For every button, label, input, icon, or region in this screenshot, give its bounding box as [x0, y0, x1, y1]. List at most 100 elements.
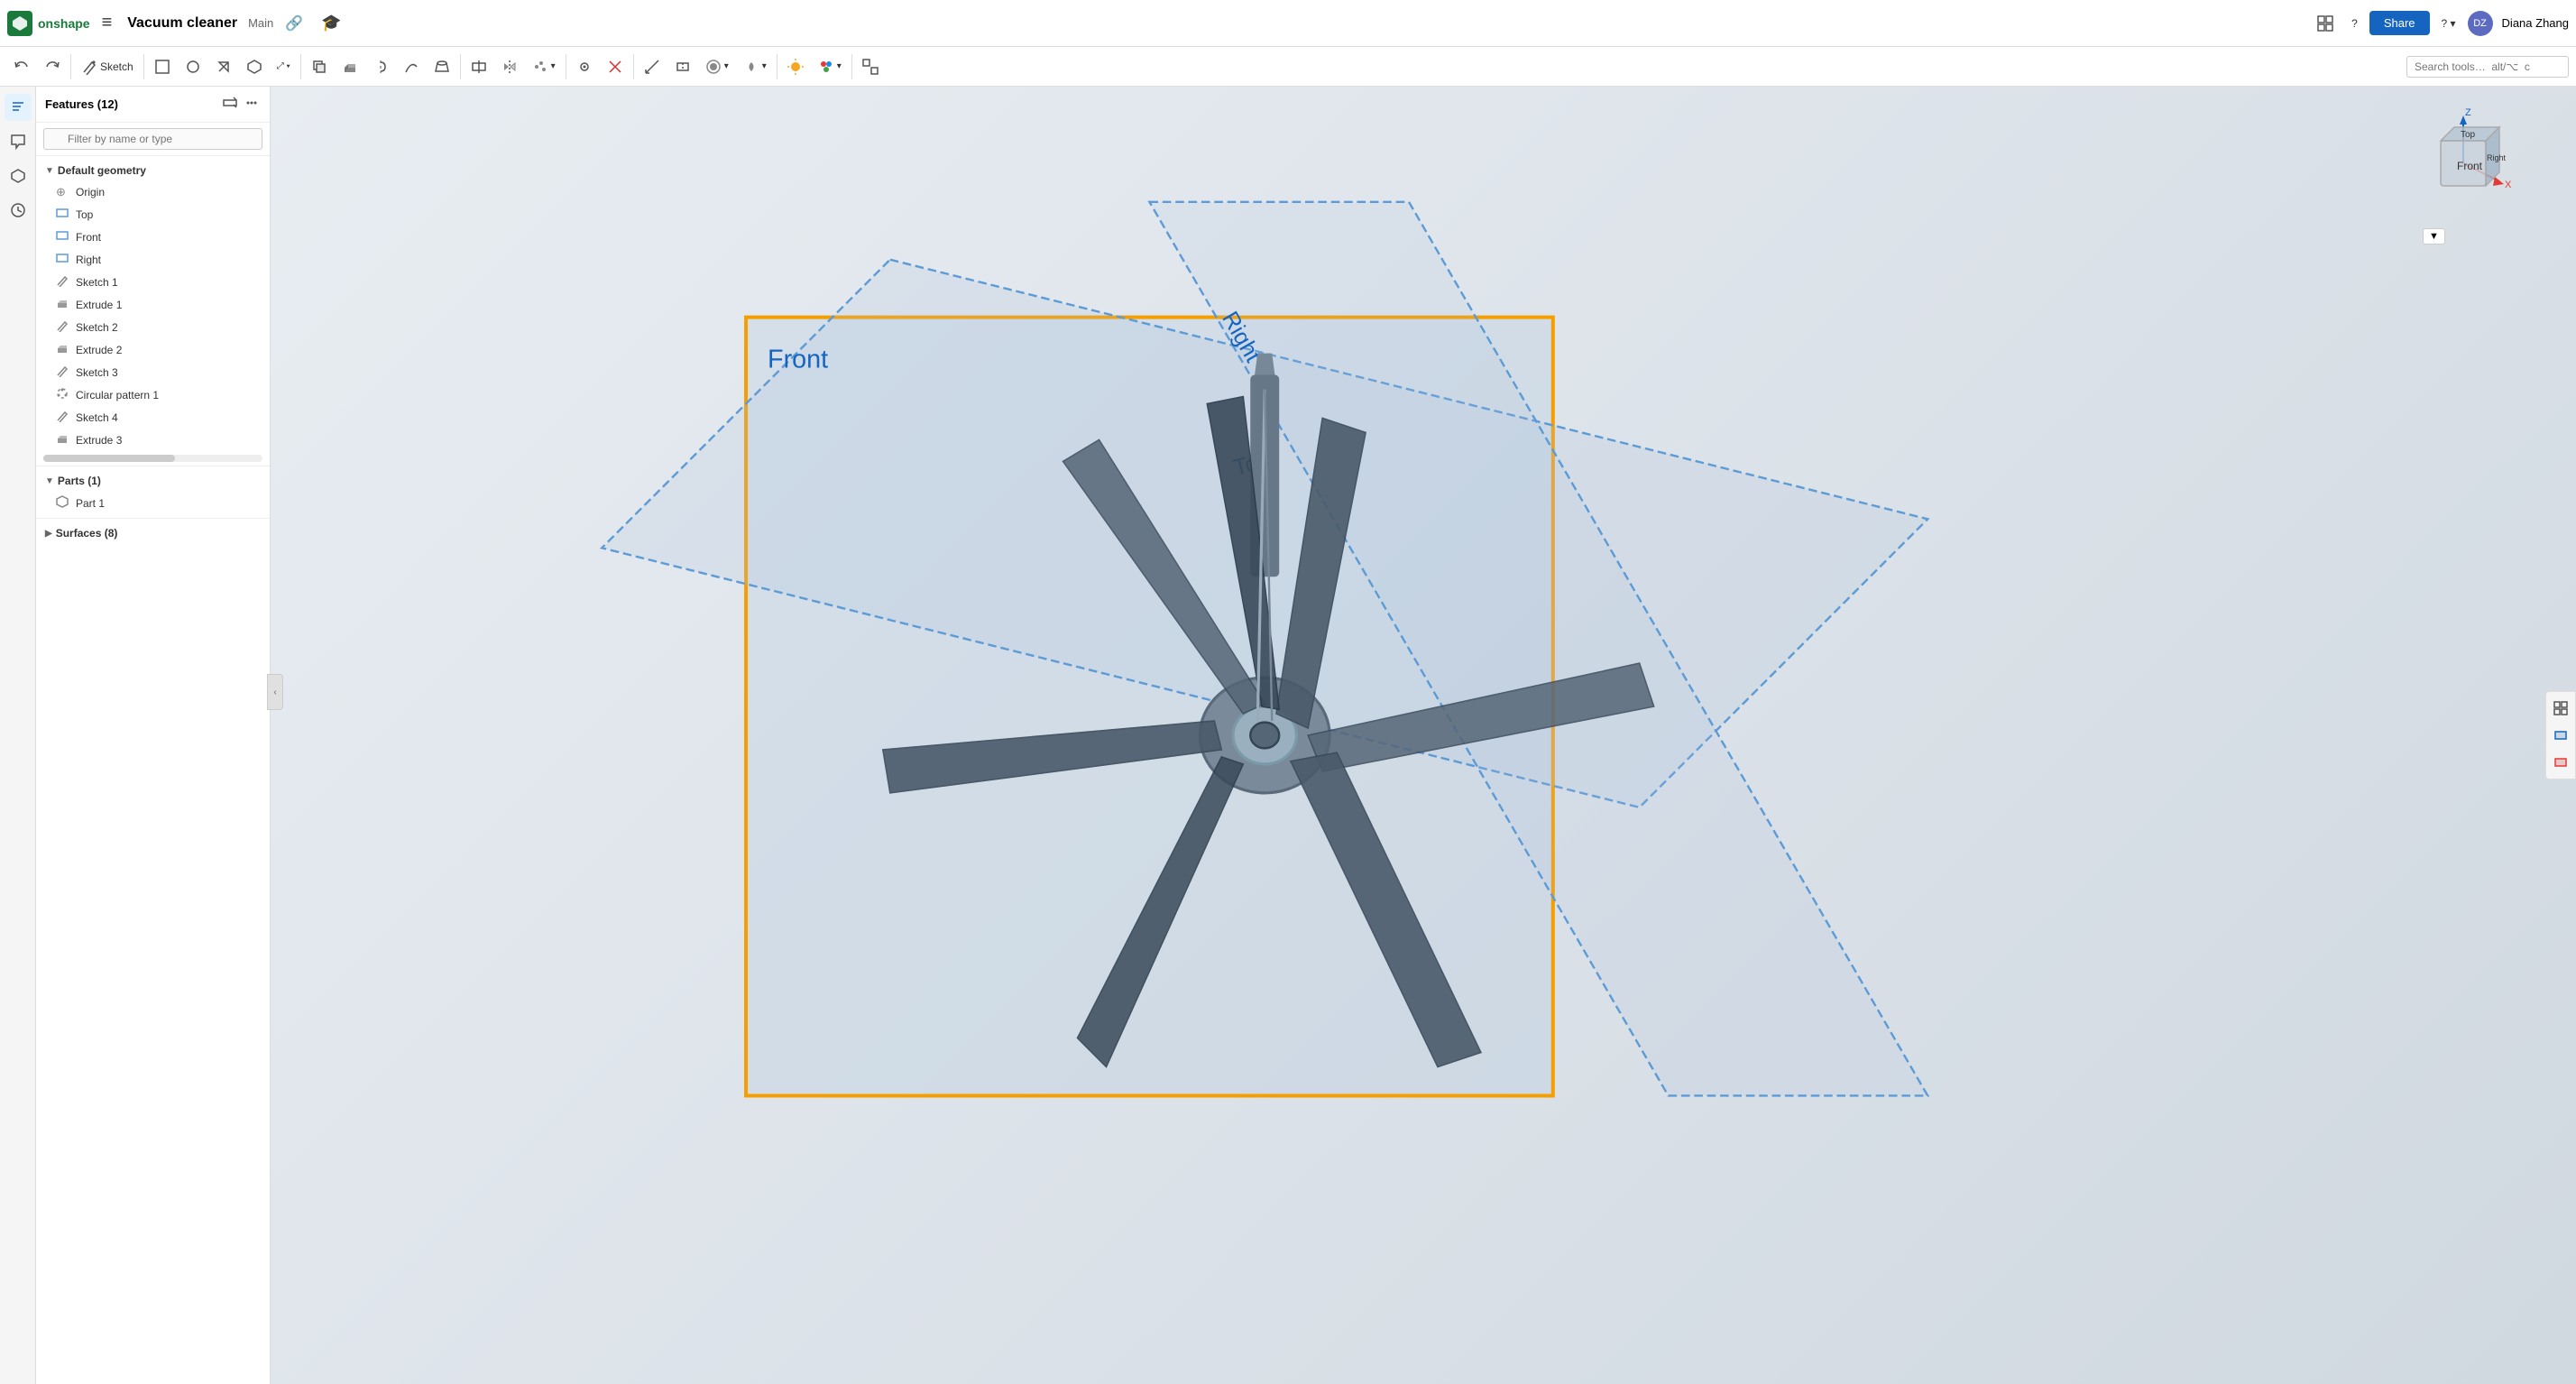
help-btn[interactable]: ?	[2345, 14, 2364, 33]
circular-pattern-label: Circular pattern 1	[76, 389, 159, 401]
measure-btn[interactable]	[638, 55, 667, 78]
3d-viewport-svg: Front Top Right	[271, 87, 2576, 1384]
right-plane-label: Right	[76, 254, 101, 266]
filter-input-wrap: 🔍	[36, 123, 270, 156]
sketch3-item[interactable]: Sketch 3	[36, 361, 270, 383]
link-btn[interactable]: 🔗	[279, 11, 309, 36]
share-button[interactable]: Share	[2369, 11, 2430, 35]
add-feature-btn[interactable]	[221, 94, 239, 115]
view-btn[interactable]: ▾	[737, 55, 773, 78]
pattern-btn[interactable]: ▾	[526, 55, 562, 78]
front-label: Front	[768, 346, 828, 374]
fillet-btn[interactable]	[179, 55, 207, 78]
sketch2-item[interactable]: Sketch 2	[36, 316, 270, 338]
zoom-fit-btn[interactable]	[856, 55, 885, 78]
part1-item[interactable]: Part 1	[36, 492, 270, 514]
top-plane-label: Top	[76, 208, 93, 221]
feature-header: Features (12)	[36, 87, 270, 123]
grad-btn[interactable]: 🎓	[315, 10, 347, 36]
loft-btn[interactable]	[428, 55, 456, 78]
mate-btn[interactable]	[570, 55, 599, 78]
history-icon-btn[interactable]	[5, 197, 32, 224]
dg-chevron: ▼	[45, 166, 54, 176]
surfaces-section-header[interactable]: ▶ Surfaces (8)	[36, 522, 270, 544]
grid-view-btn[interactable]	[2311, 12, 2340, 35]
cube-controls[interactable]: ▼	[2423, 228, 2504, 245]
search-tools-input[interactable]	[2406, 56, 2569, 78]
undo-btn[interactable]	[7, 55, 36, 78]
rsb-vertices[interactable]	[2548, 750, 2573, 775]
surfaces-chevron: ▶	[45, 529, 52, 539]
shell-btn[interactable]	[240, 55, 269, 78]
circular-pattern-item[interactable]: Circular pattern 1	[36, 383, 270, 406]
feature-panel: Features (12) 🔍 ▼ Default geometry ⊕ Ori…	[36, 87, 271, 1384]
extrude-btn[interactable]	[336, 55, 364, 78]
sweep-btn[interactable]	[397, 55, 426, 78]
render-btn[interactable]	[781, 55, 810, 78]
boolean-btn[interactable]	[305, 55, 334, 78]
sketch2-icon	[56, 319, 70, 335]
logo-icon[interactable]	[7, 11, 32, 36]
feature-menu-btn[interactable]	[243, 94, 261, 115]
feature-title: Features (12)	[45, 97, 216, 111]
parts-icon-btn[interactable]	[5, 162, 32, 189]
orient-cube-svg: Z X Front Top Right	[2414, 105, 2522, 222]
feature-list: ▼ Default geometry ⊕ Origin Top Front Ri…	[36, 156, 270, 1384]
doc-branch: Main	[248, 16, 273, 30]
sketch1-item[interactable]: Sketch 1	[36, 271, 270, 293]
rsb-grid[interactable]	[2548, 696, 2573, 721]
cube-menu-btn[interactable]: ▼	[2423, 228, 2445, 245]
parts-section-header[interactable]: ▼ Parts (1)	[36, 470, 270, 492]
extrude3-item[interactable]: Extrude 3	[36, 429, 270, 451]
rsb-edges[interactable]	[2548, 723, 2573, 748]
feature-list-scrollbar[interactable]	[43, 455, 262, 462]
part1-label: Part 1	[76, 497, 105, 510]
help-dropdown-btn[interactable]: ? ▾	[2435, 14, 2462, 33]
features-icon-btn[interactable]	[5, 94, 32, 121]
origin-icon: ⊕	[56, 185, 70, 199]
orientation-cube[interactable]: Z X Front Top Right ▼	[2414, 105, 2504, 195]
redo-btn[interactable]	[38, 55, 67, 78]
extrude1-item[interactable]: Extrude 1	[36, 293, 270, 316]
default-geometry-section[interactable]: ▼ Default geometry	[36, 160, 270, 181]
surfaces-label: Surfaces (8)	[56, 527, 118, 540]
top-plane-item[interactable]: Top	[36, 203, 270, 226]
parts-section: ▼ Parts (1) Part 1	[36, 466, 270, 518]
extrude3-icon	[56, 432, 70, 447]
default-geometry-label: Default geometry	[58, 164, 146, 177]
sketch3-icon	[56, 364, 70, 380]
svg-text:Z: Z	[2465, 107, 2471, 118]
sketch4-item[interactable]: Sketch 4	[36, 406, 270, 429]
transform-btn[interactable]: ⤢ ▾	[271, 58, 297, 75]
display-btn[interactable]: ▾	[699, 55, 735, 78]
hamburger-btn[interactable]: ≡	[96, 9, 119, 37]
viewport[interactable]: Front Top Right	[271, 87, 2576, 1384]
avatar[interactable]: DZ	[2468, 11, 2493, 36]
left-icons-strip	[0, 87, 36, 1384]
revolve-btn[interactable]	[366, 55, 395, 78]
chamfer-btn[interactable]	[209, 55, 238, 78]
section-btn[interactable]	[668, 55, 697, 78]
origin-item[interactable]: ⊕ Origin	[36, 181, 270, 203]
front-plane-item[interactable]: Front	[36, 226, 270, 248]
sketch1-label: Sketch 1	[76, 276, 118, 289]
sketch-btn[interactable]: Sketch	[75, 55, 140, 78]
extrude2-item[interactable]: Extrude 2	[36, 338, 270, 361]
user-name[interactable]: Diana Zhang	[2502, 16, 2569, 30]
right-plane-item[interactable]: Right	[36, 248, 270, 271]
mirror-btn[interactable]	[495, 55, 524, 78]
app-name: onshape	[38, 16, 90, 31]
delete-face-btn[interactable]	[601, 55, 630, 78]
appearance-btn[interactable]: ▾	[812, 55, 848, 78]
new-part-btn[interactable]	[148, 55, 177, 78]
panel-collapse-handle[interactable]: ‹	[267, 674, 283, 710]
sketch-label: Sketch	[100, 60, 133, 73]
topbar: onshape ≡ Vacuum cleaner Main 🔗 🎓 ? Shar…	[0, 0, 2576, 47]
extrude1-icon	[56, 297, 70, 312]
sketch4-icon	[56, 410, 70, 425]
comments-icon-btn[interactable]	[5, 128, 32, 155]
sketch2-label: Sketch 2	[76, 321, 118, 334]
split-btn[interactable]	[465, 55, 493, 78]
filter-input[interactable]	[43, 128, 262, 150]
feature-header-icons	[221, 94, 261, 115]
